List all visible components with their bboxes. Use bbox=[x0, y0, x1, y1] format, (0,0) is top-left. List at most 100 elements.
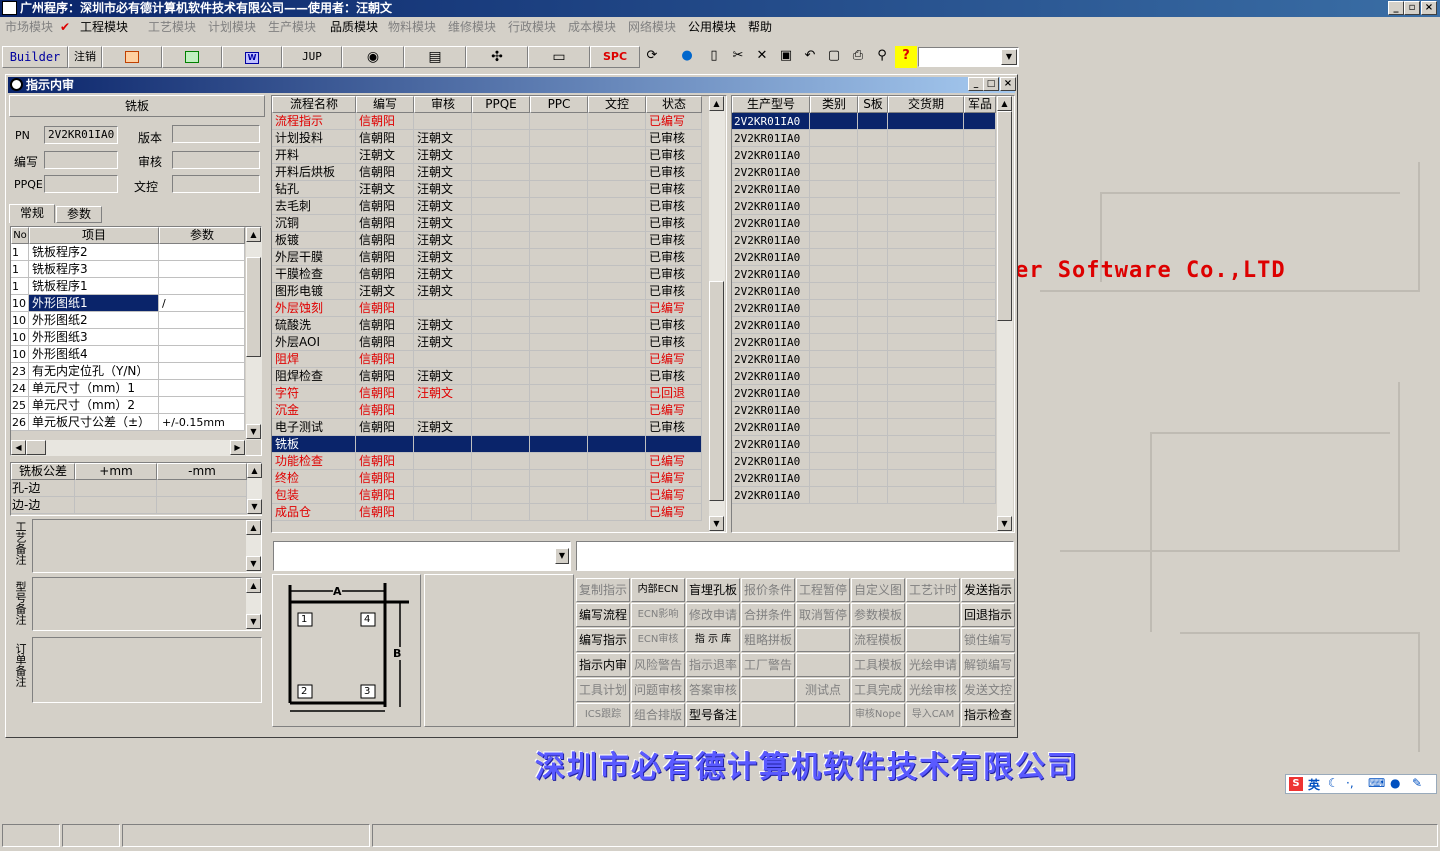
action-button[interactable]: ECN审核 bbox=[631, 628, 685, 652]
flow-row[interactable]: 外层干膜 信朝阳 汪朝文 已审核 bbox=[272, 249, 702, 266]
action-button[interactable]: 编写指示 bbox=[576, 628, 630, 652]
word-icon[interactable]: W bbox=[222, 46, 282, 68]
save-icon[interactable]: ▣ bbox=[775, 46, 797, 68]
menu-item[interactable]: 工程模块 bbox=[80, 17, 128, 37]
action-button[interactable]: 锁住编写 bbox=[961, 628, 1015, 652]
action-button[interactable]: 参数模板 bbox=[851, 603, 905, 627]
instruction-input[interactable] bbox=[576, 541, 1014, 571]
scroll-thumb[interactable] bbox=[246, 257, 261, 357]
flow-row[interactable]: 图形电镀 汪朝文 汪朝文 已审核 bbox=[272, 283, 702, 300]
action-button[interactable]: 自定义图 bbox=[851, 578, 905, 602]
menu-item[interactable]: 行政模块 bbox=[508, 17, 556, 37]
action-button[interactable] bbox=[796, 653, 850, 677]
action-button[interactable]: 复制指示 bbox=[576, 578, 630, 602]
excel-icon[interactable] bbox=[162, 46, 222, 68]
action-button[interactable]: 工厂警告 bbox=[741, 653, 795, 677]
window-maximize-button[interactable]: □ bbox=[983, 77, 999, 91]
action-button[interactable]: 工程暂停 bbox=[796, 578, 850, 602]
new-file-icon[interactable]: ▯ bbox=[703, 46, 725, 68]
menu-item[interactable]: 维修模块 bbox=[448, 17, 496, 37]
scroll-down-icon[interactable]: ▼ bbox=[246, 556, 261, 571]
action-button[interactable] bbox=[796, 703, 850, 727]
model-row[interactable]: 2V2KR01IA0 bbox=[732, 436, 996, 453]
window-minimize-button[interactable]: _ bbox=[968, 77, 984, 91]
punctuation-icon[interactable]: ·, bbox=[1346, 776, 1354, 790]
menu-item[interactable]: 网络模块 bbox=[628, 17, 676, 37]
param-grid-row[interactable]: 10 外形图纸1/ bbox=[11, 295, 245, 312]
tolerance-minus[interactable] bbox=[157, 480, 247, 497]
action-button[interactable]: 粗略拼板 bbox=[741, 628, 795, 652]
scroll-up-icon[interactable]: ▲ bbox=[246, 578, 261, 593]
tolerance-plus[interactable] bbox=[75, 497, 157, 514]
flow-row[interactable]: 开料 汪朝文 汪朝文 已审核 bbox=[272, 147, 702, 164]
model-header[interactable]: 军品 bbox=[964, 96, 996, 113]
flow-row[interactable]: 开料后烘板 信朝阳 汪朝文 已审核 bbox=[272, 164, 702, 181]
menu-item[interactable]: 计划模块 bbox=[208, 17, 256, 37]
action-button[interactable] bbox=[796, 628, 850, 652]
tab-params[interactable]: 参数 bbox=[56, 206, 102, 223]
param-grid-row[interactable]: 10 外形图纸3 bbox=[11, 329, 245, 346]
model-row[interactable]: 2V2KR01IA0 bbox=[732, 402, 996, 419]
jup-button[interactable]: JUP bbox=[282, 46, 342, 68]
model-row[interactable]: 2V2KR01IA0 bbox=[732, 164, 996, 181]
scroll-up-icon[interactable]: ▲ bbox=[709, 96, 724, 111]
action-button[interactable]: 光绘审核 bbox=[906, 678, 960, 702]
param-grid-row[interactable]: 23 有无内定位孔（Y/N） bbox=[11, 363, 245, 380]
scroll-thumb[interactable] bbox=[709, 281, 724, 501]
action-button[interactable]: 工具模板 bbox=[851, 653, 905, 677]
action-button[interactable]: 编写流程 bbox=[576, 603, 630, 627]
flow-header[interactable]: PPQE bbox=[472, 96, 530, 113]
param-value[interactable] bbox=[159, 312, 245, 329]
model-row[interactable]: 2V2KR01IA0 bbox=[732, 181, 996, 198]
minimize-button[interactable]: _ bbox=[1388, 1, 1404, 15]
user-icon[interactable]: ● bbox=[1390, 776, 1400, 790]
network-icon[interactable]: ✣ bbox=[466, 46, 528, 68]
tolerance-header[interactable]: -mm bbox=[157, 463, 247, 480]
model-row[interactable]: 2V2KR01IA0 bbox=[732, 334, 996, 351]
process-note-box[interactable]: ▲ ▼ bbox=[32, 519, 262, 573]
model-row[interactable]: 2V2KR01IA0 bbox=[732, 198, 996, 215]
model-row[interactable]: 2V2KR01IA0 bbox=[732, 351, 996, 368]
param-value[interactable]: / bbox=[159, 295, 245, 312]
action-button[interactable] bbox=[906, 603, 960, 627]
action-button[interactable]: 光绘申请 bbox=[906, 653, 960, 677]
model-row[interactable]: 2V2KR01IA0 bbox=[732, 453, 996, 470]
action-button[interactable]: 合拼条件 bbox=[741, 603, 795, 627]
param-grid-header[interactable]: 参数 bbox=[159, 227, 245, 244]
action-button[interactable]: 审核Nope bbox=[851, 703, 905, 727]
action-button[interactable]: ICS跟踪 bbox=[576, 703, 630, 727]
flow-row[interactable]: 阻焊 信朝阳 已编写 bbox=[272, 351, 702, 368]
ime-language[interactable]: 英 bbox=[1308, 776, 1320, 793]
menu-item[interactable]: 市场模块 bbox=[5, 17, 53, 37]
flow-header[interactable]: 编写 bbox=[356, 96, 414, 113]
param-grid-header[interactable]: 项目 bbox=[29, 227, 159, 244]
action-button[interactable]: 答案审核 bbox=[686, 678, 740, 702]
action-button[interactable]: 测试点 bbox=[796, 678, 850, 702]
flow-row[interactable]: 成品仓 信朝阳 已编写 bbox=[272, 504, 702, 521]
action-button[interactable]: 导入CAM bbox=[906, 703, 960, 727]
model-header[interactable]: 生产型号 bbox=[732, 96, 810, 113]
writer-field[interactable] bbox=[44, 151, 118, 169]
param-grid-row[interactable]: 10 外形图纸4 bbox=[11, 346, 245, 363]
note-scrollbar[interactable]: ▲ ▼ bbox=[246, 520, 261, 572]
model-header[interactable]: 交货期 bbox=[888, 96, 964, 113]
flow-row[interactable]: 铣板 bbox=[272, 436, 702, 453]
eye-icon[interactable]: ◉ bbox=[342, 46, 404, 68]
param-value[interactable] bbox=[159, 397, 245, 414]
model-row[interactable]: 2V2KR01IA0 bbox=[732, 470, 996, 487]
doc-control-field[interactable] bbox=[172, 175, 260, 193]
param-value[interactable] bbox=[159, 380, 245, 397]
flow-combo[interactable]: ▼ bbox=[273, 541, 571, 571]
action-button[interactable]: 修改申请 bbox=[686, 603, 740, 627]
model-row[interactable]: 2V2KR01IA0 bbox=[732, 419, 996, 436]
menu-item[interactable]: 成本模块 bbox=[568, 17, 616, 37]
model-row[interactable]: 2V2KR01IA0 bbox=[732, 232, 996, 249]
flow-row[interactable]: 干膜检查 信朝阳 汪朝文 已审核 bbox=[272, 266, 702, 283]
model-row[interactable]: 2V2KR01IA0 bbox=[732, 215, 996, 232]
action-button[interactable]: 流程模板 bbox=[851, 628, 905, 652]
scroll-down-icon[interactable]: ▼ bbox=[997, 516, 1012, 531]
tolerance-minus[interactable] bbox=[157, 497, 247, 514]
order-note-box[interactable] bbox=[32, 637, 262, 703]
flow-row[interactable]: 去毛刺 信朝阳 汪朝文 已审核 bbox=[272, 198, 702, 215]
action-button[interactable]: ECN影响 bbox=[631, 603, 685, 627]
